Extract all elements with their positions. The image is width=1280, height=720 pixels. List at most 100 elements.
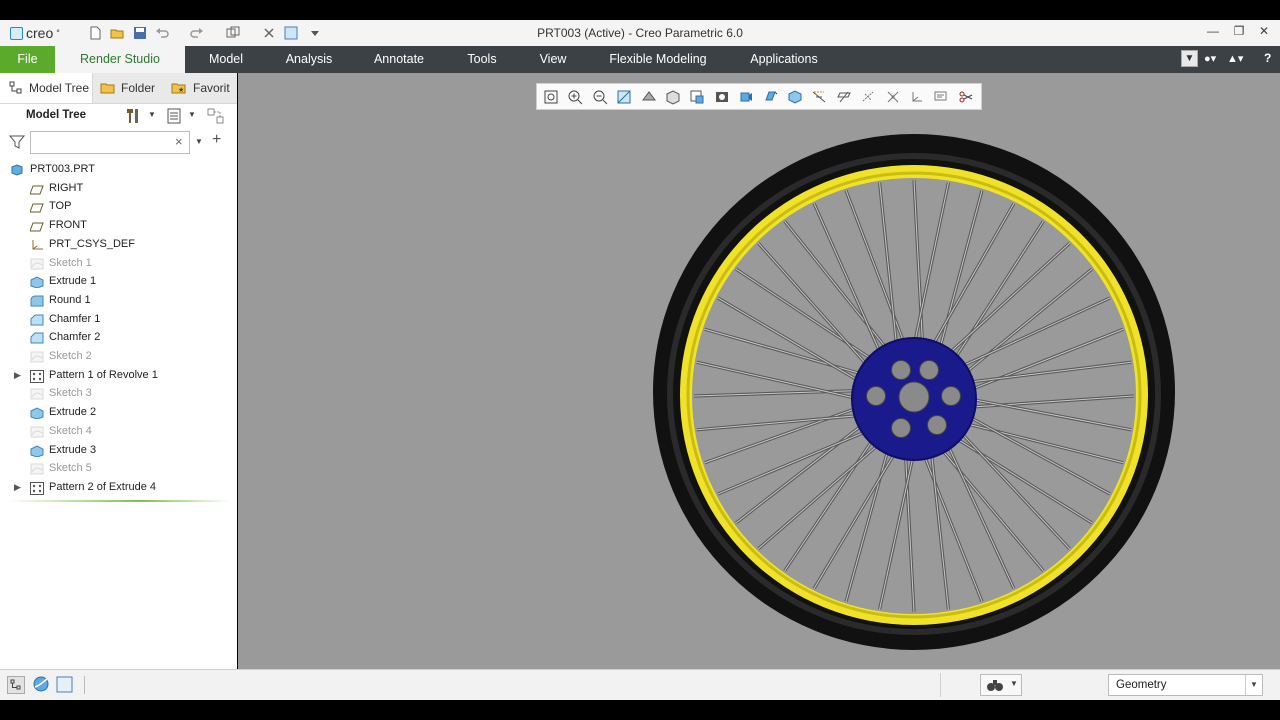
filter-icon[interactable] [9,134,25,150]
tree-item[interactable]: Sketch 1 [0,254,237,272]
tab-folder-browser[interactable]: Folder [97,73,163,103]
tab-analysis[interactable]: Analysis [274,46,344,73]
tab-view[interactable]: View [530,46,576,73]
tab-flexible-modeling[interactable]: Flexible Modeling [604,46,712,73]
display-style-icon[interactable] [641,89,657,105]
tree-item[interactable]: ▶ Pattern 2 of Extrude 4 [0,478,237,496]
insert-here-marker[interactable] [8,500,230,502]
minimize-button[interactable]: — [1204,24,1222,40]
learning-icon[interactable]: ▲▾ [1227,52,1243,65]
search-dropdown-icon[interactable]: ▼ [195,137,203,146]
tree-item[interactable]: Chamfer 2 [0,328,237,346]
hub-bolt-hole [941,386,961,406]
full-screen-icon[interactable] [56,676,74,694]
sketch-icon [30,351,44,363]
tab-file[interactable]: File [0,46,55,73]
close-button[interactable]: ✕ [1255,24,1273,40]
tree-item[interactable]: Extrude 1 [0,272,237,290]
tree-item[interactable]: Sketch 2 [0,347,237,365]
favorites-icon: ★ [171,83,186,94]
tab-render-studio[interactable]: Render Studio [55,46,185,73]
bulb-icon[interactable]: ●▾ [1204,52,1216,65]
saved-views-icon[interactable] [933,89,949,105]
tree-item-label: Round 1 [49,293,91,306]
tree-item[interactable]: Extrude 2 [0,403,237,421]
tree-item[interactable]: Chamfer 1 [0,310,237,328]
browser-icon[interactable] [32,675,50,693]
point-display-icon[interactable] [836,89,852,105]
tree-settings-dropdown-icon[interactable]: ▼ [148,110,156,119]
named-views-icon[interactable] [763,89,779,105]
toggle-navigator-icon[interactable] [7,676,25,694]
section-icon[interactable] [958,89,974,105]
tree-item[interactable]: Extrude 3 [0,441,237,459]
repaint-icon[interactable] [616,89,632,105]
annotation-display-icon[interactable] [885,89,901,105]
tab-favorites[interactable]: ★ Favorit [168,73,234,103]
tree-item[interactable]: PRT_CSYS_DEF [0,235,237,253]
saved-orientations-icon[interactable] [665,89,681,105]
tab-applications[interactable]: Applications [744,46,824,73]
model-tree-search-input[interactable] [30,131,190,154]
zoom-out-icon[interactable] [592,89,608,105]
help-icon[interactable]: ? [1264,51,1271,65]
datum-plane-icon [29,201,44,213]
tree-filter-options-icon[interactable] [206,107,226,125]
tree-item[interactable]: FRONT [0,216,237,234]
view-manager-icon[interactable] [689,89,705,105]
tree-item[interactable]: Sketch 5 [0,459,237,477]
title-bar: creo ° PRT003 (Active) - Creo Parametric … [0,20,1280,46]
annotation-display-icon[interactable] [909,89,925,105]
svg-text:★: ★ [178,86,184,94]
tree-item[interactable]: RIGHT [0,179,237,197]
chamfer-icon [30,314,44,326]
expand-icon[interactable]: ▶ [14,478,21,496]
binoculars-icon [987,680,1003,691]
tree-item[interactable]: Sketch 4 [0,422,237,440]
top-black-band [0,0,1280,20]
clear-search-icon[interactable]: × [175,134,183,149]
axis-display-icon[interactable] [811,89,827,105]
tree-item-label: Extrude 3 [49,443,97,456]
tab-annotate[interactable]: Annotate [364,46,434,73]
status-bar: ▼ Geometry ▼ [0,669,1280,700]
refit-icon[interactable] [543,89,559,105]
tree-item[interactable]: TOP [0,197,237,215]
tree-item-label: RIGHT [49,181,84,194]
tree-item[interactable]: ▶ Pattern 1 of Revolve 1 [0,366,237,384]
datum-plane-icon [29,183,44,195]
bicycle-wheel-model[interactable] [650,132,1178,656]
graphics-window[interactable] [238,73,1280,669]
tree-item[interactable]: Round 1 [0,291,237,309]
show-icon[interactable] [166,107,182,125]
tree-item[interactable]: PRT003.PRT [0,160,237,178]
tree-item-label: Sketch 1 [49,256,92,269]
add-column-icon[interactable]: + [212,131,221,149]
tab-tools[interactable]: Tools [458,46,506,73]
tab-model[interactable]: Model [196,46,256,73]
tree-item-label: Chamfer 2 [49,331,101,344]
tab-model-tree[interactable]: Model Tree [0,73,93,103]
csys-display-icon[interactable] [860,89,876,105]
tree-item-label: PRT003.PRT [30,163,96,175]
spin-center-icon[interactable] [738,89,754,105]
tree-item-label: Chamfer 1 [49,312,101,325]
show-dropdown-icon[interactable]: ▼ [188,110,196,119]
expand-icon[interactable]: ▶ [14,366,21,384]
chamfer-icon [30,332,44,344]
datum-plane-icon [29,220,44,232]
tree-item[interactable]: Sketch 3 [0,384,237,402]
tree-settings-icon[interactable] [124,107,142,125]
perspective-icon[interactable] [714,89,730,105]
model-tree-icon [9,81,22,94]
find-button[interactable]: ▼ [980,674,1022,696]
tree-item-label: TOP [49,200,72,213]
zoom-in-icon[interactable] [567,89,583,105]
hub-bolt-hole [927,415,947,435]
minimize-ribbon-icon[interactable]: ▼ [1181,50,1198,67]
restore-button[interactable]: ❐ [1230,24,1248,40]
plane-display-icon[interactable] [787,89,803,105]
sketch-icon [30,388,44,400]
selection-filter-select[interactable]: Geometry ▼ [1108,674,1263,696]
sketch-icon [30,463,44,475]
